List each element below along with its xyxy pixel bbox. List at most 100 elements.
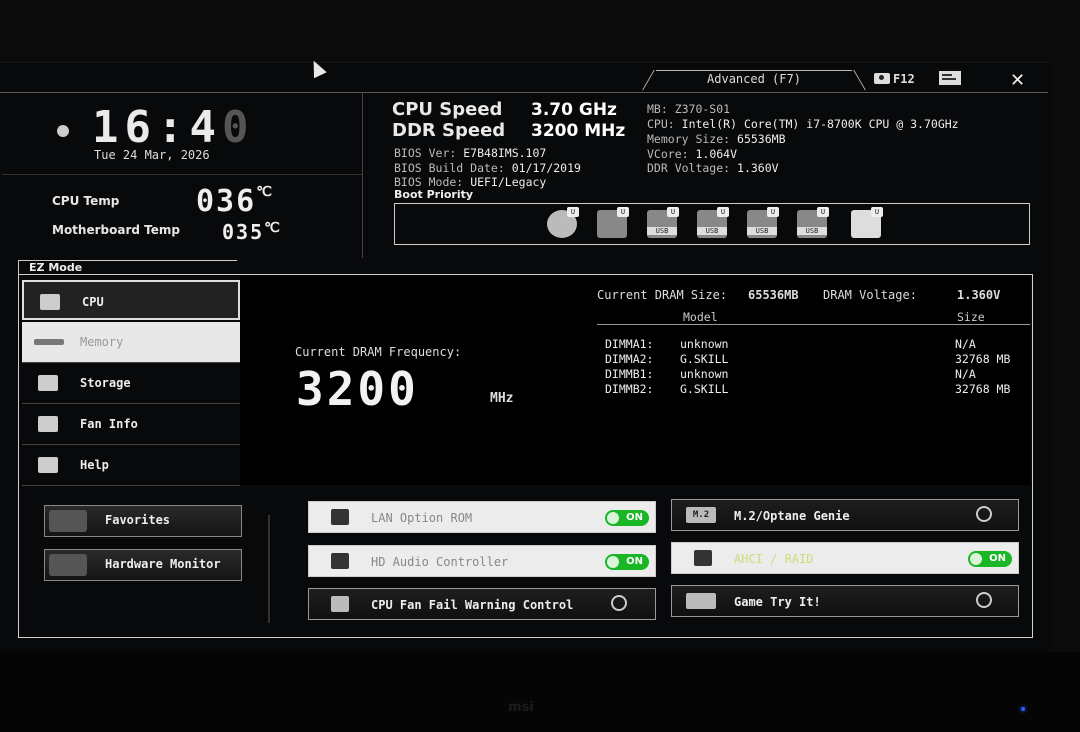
column-model: Model bbox=[683, 310, 718, 324]
boot-device-tag: USB bbox=[647, 227, 677, 235]
m2-toggle-off[interactable] bbox=[976, 506, 992, 522]
bios-date-value: 01/17/2019 bbox=[511, 161, 581, 175]
slot-model: unknown bbox=[680, 337, 729, 351]
toggle-on-label: ON bbox=[626, 556, 643, 567]
fan-warning-icon bbox=[331, 596, 349, 612]
boot-device-tag: USB bbox=[697, 227, 727, 235]
game-try-it-toggle[interactable]: Game Try It! bbox=[671, 585, 1019, 617]
ahci-label: AHCI / RAID bbox=[734, 552, 814, 566]
mb-temp-number: 035 bbox=[222, 220, 265, 244]
nav-label: Storage bbox=[80, 376, 131, 390]
hardware-monitor-button[interactable]: Hardware Monitor bbox=[44, 549, 242, 581]
nav-item-cpu[interactable]: CPU bbox=[22, 280, 240, 320]
cpu-fan-toggle-off[interactable] bbox=[611, 595, 627, 611]
slot-size: N/A bbox=[955, 337, 976, 351]
dram-voltage-label: DRAM Voltage: bbox=[823, 288, 917, 302]
close-button[interactable]: ✕ bbox=[1010, 70, 1025, 91]
ddr-speed-value: 3200 MHz bbox=[531, 121, 626, 141]
toggle-on-label: ON bbox=[989, 553, 1006, 564]
game-label: Game Try It! bbox=[734, 595, 821, 609]
nav-item-storage[interactable]: Storage bbox=[22, 363, 240, 404]
hardware-monitor-icon bbox=[49, 554, 87, 576]
monitor-bezel bbox=[0, 652, 1080, 732]
mb-temp-unit: ℃ bbox=[264, 220, 282, 236]
mb-model: MB: Z370-S01 bbox=[647, 102, 731, 116]
bios-date-label: BIOS Build Date: bbox=[394, 161, 505, 175]
cpu-speed-label: CPU Speed bbox=[392, 99, 503, 120]
slot-model: G.SKILL bbox=[680, 382, 729, 396]
dram-frequency-unit: MHz bbox=[490, 391, 514, 406]
memory-size-value: 65536MB bbox=[737, 132, 786, 146]
clock-digit-dim: 0 bbox=[221, 102, 255, 153]
boot-device-floppy-icon[interactable]: U bbox=[597, 207, 629, 238]
nav-label: Fan Info bbox=[80, 417, 138, 431]
dram-size-label: Current DRAM Size: bbox=[597, 288, 728, 302]
bios-build-date: BIOS Build Date: 01/17/2019 bbox=[394, 161, 581, 175]
m2-optane-genie-toggle[interactable]: M.2 M.2/Optane Genie bbox=[671, 499, 1019, 531]
hd-audio-label: HD Audio Controller bbox=[371, 555, 509, 569]
nav-label: Help bbox=[80, 458, 109, 472]
ez-mode-tab: EZ Mode bbox=[18, 260, 237, 275]
fan-icon bbox=[38, 416, 58, 432]
search-doc-icon[interactable] bbox=[938, 70, 964, 86]
ahci-raid-toggle[interactable]: AHCI / RAID ON bbox=[671, 542, 1019, 574]
boot-device-usb-hdd-icon[interactable]: U USB bbox=[647, 207, 679, 238]
advanced-mode-tab[interactable]: Advanced (F7) bbox=[656, 70, 852, 91]
slot-name: DIMMB2: bbox=[605, 382, 654, 396]
bios-version: BIOS Ver: E7B48IMS.107 bbox=[394, 146, 546, 160]
lan-option-rom-toggle[interactable]: LAN Option ROM ON bbox=[308, 501, 656, 533]
column-size: Size bbox=[957, 310, 985, 324]
boot-device-uefi-icon[interactable]: U bbox=[851, 207, 883, 238]
advanced-mode-label: Advanced (F7) bbox=[707, 72, 801, 86]
cpu-fan-label: CPU Fan Fail Warning Control bbox=[371, 598, 574, 612]
dram-frequency-value: 3200 bbox=[296, 362, 419, 416]
vcore-label: VCore: bbox=[647, 147, 689, 161]
boot-device-tag: USB bbox=[797, 227, 827, 235]
bios-mode-value: UEFI/Legacy bbox=[470, 175, 547, 189]
memory-icon bbox=[34, 339, 64, 345]
slot-size: N/A bbox=[955, 367, 976, 381]
dram-voltage-value: 1.360V bbox=[957, 288, 1001, 302]
slot-model: G.SKILL bbox=[680, 352, 729, 366]
boot-device-optical-icon[interactable]: U bbox=[547, 207, 579, 238]
raid-icon bbox=[694, 550, 712, 566]
mb-temp-value: 035℃ bbox=[222, 220, 282, 244]
help-icon bbox=[38, 457, 58, 473]
boot-priority-label: Boot Priority bbox=[394, 188, 474, 201]
bios-mode-label: BIOS Mode: bbox=[394, 175, 464, 189]
bios-version-value: E7B48IMS.107 bbox=[463, 146, 547, 160]
lan-label: LAN Option ROM bbox=[371, 511, 473, 525]
slot-size: 32768 MB bbox=[955, 382, 1011, 396]
monitor-brand-logo: msi bbox=[508, 700, 534, 715]
mb-temp-label: Motherboard Temp bbox=[52, 223, 180, 237]
nav-item-help[interactable]: Help bbox=[22, 445, 240, 486]
nav-label: Memory bbox=[80, 335, 124, 349]
f12-label: F12 bbox=[893, 72, 915, 86]
audio-icon bbox=[331, 553, 349, 569]
hd-audio-toggle-on[interactable]: ON bbox=[605, 554, 649, 570]
boot-device-usb-key-icon[interactable]: U USB bbox=[747, 207, 779, 238]
cpu-model-value: Intel(R) Core(TM) i7-8700K CPU @ 3.70GHz bbox=[681, 117, 959, 131]
cpu-fan-fail-toggle[interactable]: CPU Fan Fail Warning Control bbox=[308, 588, 656, 620]
bios-mode: BIOS Mode: UEFI/Legacy bbox=[394, 175, 546, 189]
ahci-toggle-on[interactable]: ON bbox=[968, 551, 1012, 567]
storage-icon bbox=[38, 375, 58, 391]
boot-device-usb-floppy-icon[interactable]: U USB bbox=[797, 207, 829, 238]
cpu-model-label: CPU: bbox=[647, 117, 675, 131]
vcore: VCore: 1.064V bbox=[647, 147, 737, 161]
nav-item-memory[interactable]: Memory bbox=[22, 322, 240, 363]
lan-toggle-on[interactable]: ON bbox=[605, 510, 649, 526]
nav-item-fan-info[interactable]: Fan Info bbox=[22, 404, 240, 445]
current-dram-frequency-label: Current DRAM Frequency: bbox=[295, 345, 462, 359]
gamepad-icon bbox=[686, 593, 716, 609]
game-toggle-off[interactable] bbox=[976, 592, 992, 608]
hd-audio-toggle[interactable]: HD Audio Controller ON bbox=[308, 545, 656, 577]
favorites-button[interactable]: Favorites bbox=[44, 505, 242, 537]
memory-size-label: Memory Size: bbox=[647, 132, 731, 146]
boot-device-usb-cd-icon[interactable]: U USB bbox=[697, 207, 729, 238]
screenshot-button[interactable]: F12 bbox=[874, 72, 915, 86]
toggle-on-label: ON bbox=[626, 512, 643, 523]
camera-icon bbox=[874, 73, 890, 84]
clock-digits: 16:4 bbox=[92, 102, 222, 153]
bios-version-label: BIOS Ver: bbox=[394, 146, 457, 160]
